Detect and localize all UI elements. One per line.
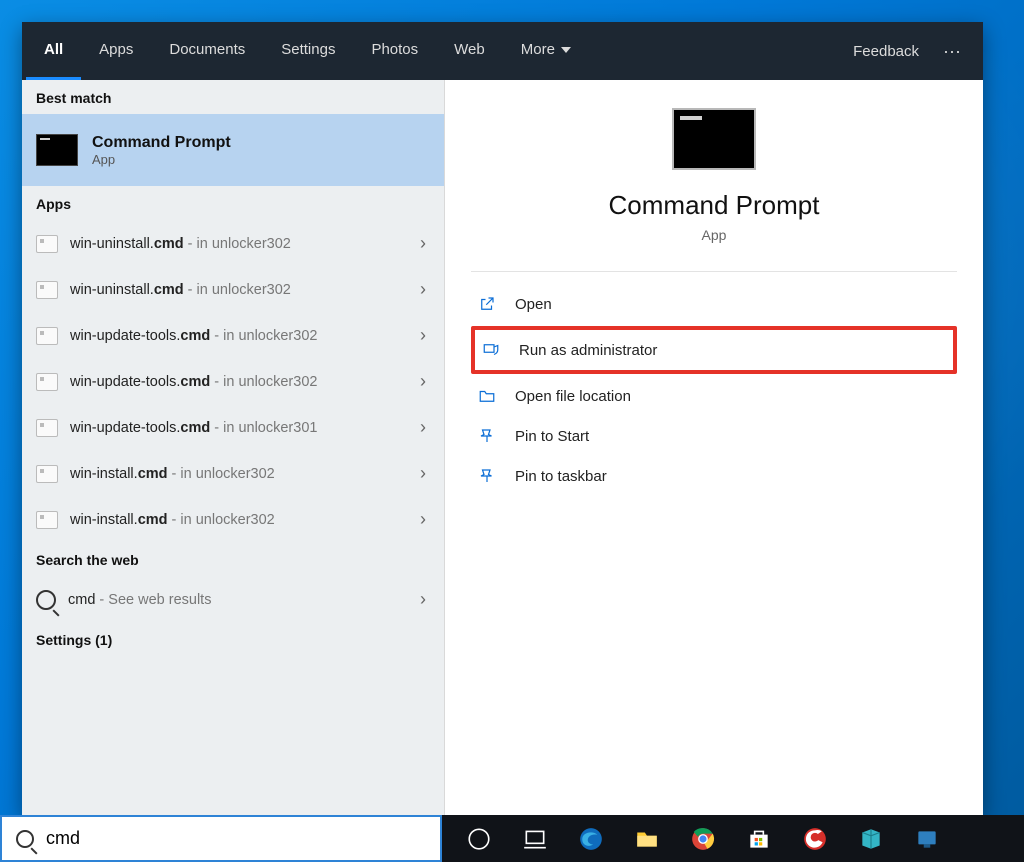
action-open-file-location[interactable]: Open file location bbox=[471, 376, 957, 416]
task-view-button[interactable] bbox=[510, 815, 560, 862]
pin-icon bbox=[477, 466, 497, 486]
start-search-flyout: All Apps Documents Settings Photos Web M… bbox=[22, 22, 983, 815]
taskbar-search-box[interactable] bbox=[0, 815, 442, 862]
chevron-right-icon[interactable]: › bbox=[416, 509, 430, 530]
cortana-button[interactable] bbox=[454, 815, 504, 862]
action-label: Pin to Start bbox=[515, 428, 589, 445]
search-input[interactable] bbox=[46, 828, 430, 849]
command-prompt-icon bbox=[672, 108, 756, 170]
tab-photos[interactable]: Photos bbox=[353, 22, 436, 80]
action-pin-to-taskbar[interactable]: Pin to taskbar bbox=[471, 456, 957, 496]
chevron-right-icon[interactable]: › bbox=[416, 279, 430, 300]
chrome-button[interactable] bbox=[678, 815, 728, 862]
chevron-right-icon[interactable]: › bbox=[416, 371, 430, 392]
open-icon bbox=[477, 294, 497, 314]
chevron-right-icon[interactable]: › bbox=[416, 417, 430, 438]
file-explorer-button[interactable] bbox=[622, 815, 672, 862]
preview-title: Command Prompt bbox=[609, 190, 820, 221]
best-match-title: Command Prompt bbox=[92, 134, 231, 152]
search-preview-pane: Command Prompt App Open Run as administr… bbox=[445, 80, 983, 815]
chevron-right-icon[interactable]: › bbox=[416, 463, 430, 484]
ccleaner-button[interactable] bbox=[790, 815, 840, 862]
search-icon bbox=[16, 830, 34, 848]
action-run-as-admin[interactable]: Run as administrator bbox=[475, 330, 953, 370]
action-open[interactable]: Open bbox=[471, 284, 957, 324]
admin-shield-icon bbox=[481, 340, 501, 360]
action-pin-to-start[interactable]: Pin to Start bbox=[471, 416, 957, 456]
best-match-subtitle: App bbox=[92, 152, 231, 167]
action-label: Open file location bbox=[515, 388, 631, 405]
search-results-pane: Best match Command Prompt App Apps win-u… bbox=[22, 80, 445, 815]
taskbar-pinned-apps bbox=[442, 815, 952, 862]
action-label: Run as administrator bbox=[519, 342, 657, 359]
app-result[interactable]: win-install.cmd - in unlocker302 › bbox=[22, 496, 444, 542]
chevron-right-icon[interactable]: › bbox=[416, 325, 430, 346]
section-best-match: Best match bbox=[22, 80, 444, 114]
file-icon bbox=[36, 465, 58, 483]
taskbar bbox=[0, 815, 1024, 862]
action-label: Open bbox=[515, 296, 552, 313]
tab-documents[interactable]: Documents bbox=[151, 22, 263, 80]
web-search-result[interactable]: cmd - See web results › bbox=[22, 576, 444, 622]
action-label: Pin to taskbar bbox=[515, 468, 607, 485]
preview-subtitle: App bbox=[702, 227, 727, 243]
tab-settings[interactable]: Settings bbox=[263, 22, 353, 80]
section-web: Search the web bbox=[22, 542, 444, 576]
section-settings: Settings (1) bbox=[22, 622, 444, 656]
tab-all[interactable]: All bbox=[26, 22, 81, 80]
microsoft-store-button[interactable] bbox=[734, 815, 784, 862]
app-button[interactable] bbox=[902, 815, 952, 862]
app-button[interactable] bbox=[846, 815, 896, 862]
annotation-highlight: Run as administrator bbox=[471, 326, 957, 374]
tab-more[interactable]: More bbox=[503, 22, 589, 80]
file-icon bbox=[36, 281, 58, 299]
chevron-right-icon[interactable]: › bbox=[416, 589, 430, 610]
divider bbox=[471, 271, 957, 272]
app-result[interactable]: win-update-tools.cmd - in unlocker302 › bbox=[22, 358, 444, 404]
tab-apps[interactable]: Apps bbox=[81, 22, 151, 80]
file-icon bbox=[36, 235, 58, 253]
pin-icon bbox=[477, 426, 497, 446]
folder-icon bbox=[477, 386, 497, 406]
app-result[interactable]: win-uninstall.cmd - in unlocker302 › bbox=[22, 266, 444, 312]
app-result[interactable]: win-install.cmd - in unlocker302 › bbox=[22, 450, 444, 496]
search-icon bbox=[36, 590, 56, 610]
file-icon bbox=[36, 419, 58, 437]
chevron-down-icon bbox=[561, 47, 571, 53]
tab-web[interactable]: Web bbox=[436, 22, 503, 80]
file-icon bbox=[36, 327, 58, 345]
best-match-result[interactable]: Command Prompt App bbox=[22, 114, 444, 186]
app-result[interactable]: win-update-tools.cmd - in unlocker301 › bbox=[22, 404, 444, 450]
edge-button[interactable] bbox=[566, 815, 616, 862]
feedback-link[interactable]: Feedback bbox=[839, 22, 933, 80]
section-apps: Apps bbox=[22, 186, 444, 220]
app-result[interactable]: win-uninstall.cmd - in unlocker302 › bbox=[22, 220, 444, 266]
app-result[interactable]: win-update-tools.cmd - in unlocker302 › bbox=[22, 312, 444, 358]
chevron-right-icon[interactable]: › bbox=[416, 233, 430, 254]
command-prompt-icon bbox=[36, 134, 78, 166]
file-icon bbox=[36, 373, 58, 391]
file-icon bbox=[36, 511, 58, 529]
search-filter-tabs: All Apps Documents Settings Photos Web M… bbox=[22, 22, 983, 80]
overflow-menu-button[interactable]: ··· bbox=[933, 22, 971, 80]
